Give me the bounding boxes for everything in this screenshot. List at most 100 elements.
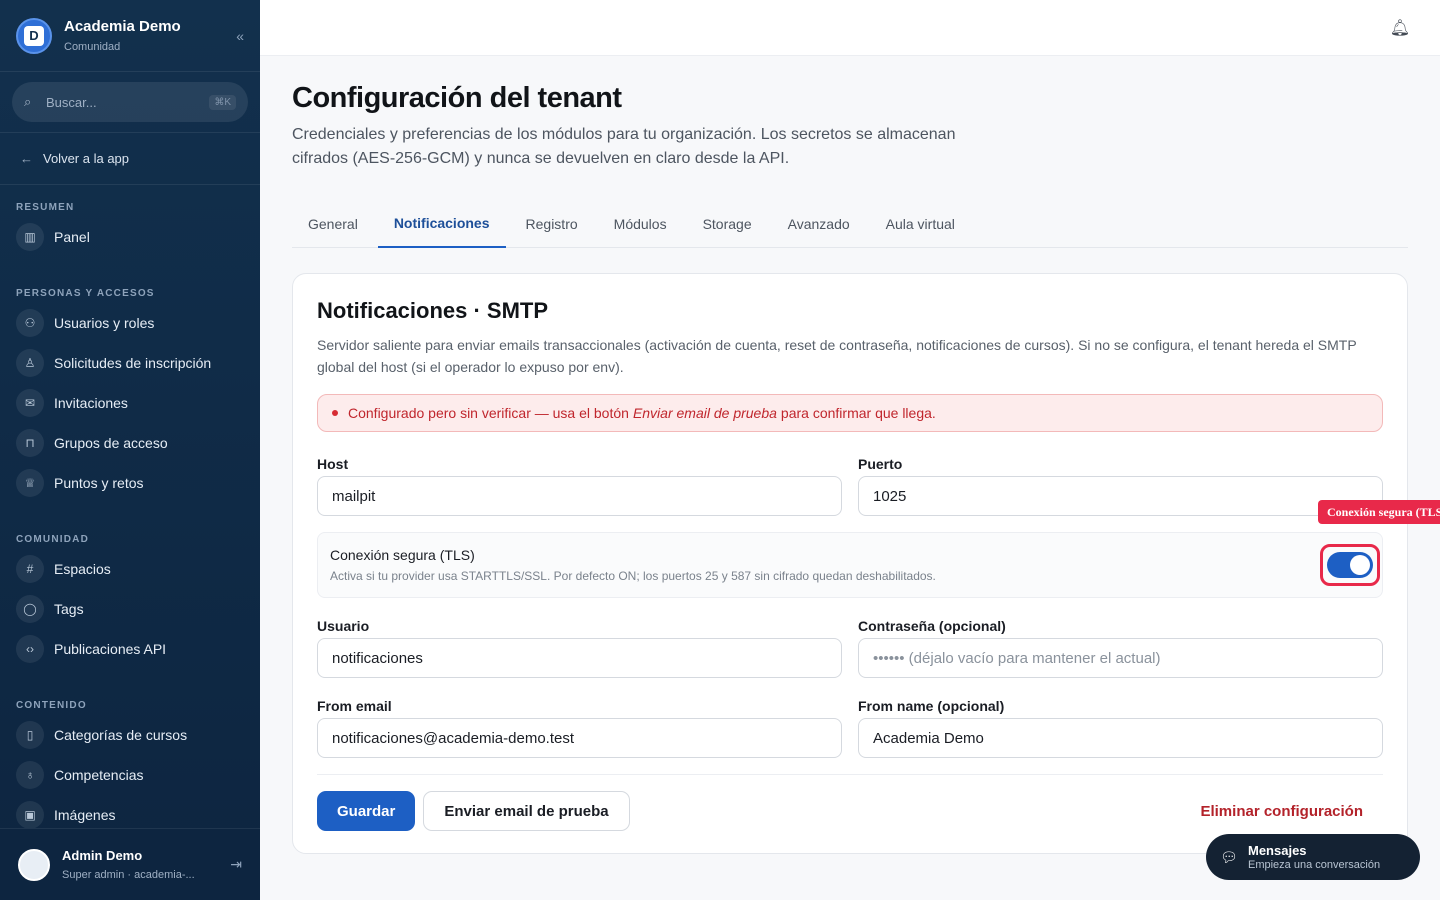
messages-widget[interactable]: 💬︎ Mensajes Empieza una conversación xyxy=(1206,834,1420,880)
chart-icon: ▥ xyxy=(16,223,44,251)
sidebar-item-usuarios[interactable]: ⚇ Usuarios y roles xyxy=(0,303,260,343)
sidebar-item-categorias[interactable]: ▯ Categorías de cursos xyxy=(0,715,260,755)
main-content: Configuración del tenant Credenciales y … xyxy=(292,56,1408,854)
brand-subtitle: Comunidad xyxy=(64,41,121,53)
logout-icon[interactable]: ⇥ xyxy=(230,856,242,873)
user-role: Super admin · academia-... xyxy=(62,869,195,881)
collapse-sidebar-icon[interactable]: « xyxy=(236,28,244,44)
save-button[interactable]: Guardar xyxy=(317,791,416,831)
port-label: Puerto xyxy=(858,456,903,472)
tab-registro[interactable]: Registro xyxy=(510,199,594,248)
tls-description: Activa si tu provider usa STARTTLS/SSL. … xyxy=(330,569,936,583)
book-icon: ▯ xyxy=(16,721,44,749)
alert-text-after: para confirmar que llega. xyxy=(780,405,936,421)
chat-icon: ◯ xyxy=(16,595,44,623)
tab-general[interactable]: General xyxy=(292,199,374,248)
section-label-comunidad: COMUNIDAD xyxy=(16,533,90,545)
sidebar-item-label: Puntos y retos xyxy=(54,475,144,491)
sidebar-item-label: Tags xyxy=(54,601,84,617)
from-name-input[interactable]: Academia Demo xyxy=(858,718,1383,758)
messages-icon: 💬︎ xyxy=(1220,848,1238,865)
sidebar-item-solicitudes[interactable]: ♙ Solicitudes de inscripción xyxy=(0,343,260,383)
hash-icon: # xyxy=(16,555,44,583)
delete-config-button[interactable]: Eliminar configuración xyxy=(1200,803,1363,820)
brand-title: Academia Demo xyxy=(64,18,181,35)
sidebar-item-label: Panel xyxy=(54,229,90,245)
alert-text-emphasis: Enviar email de prueba xyxy=(632,405,777,421)
search-icon: ⌕ xyxy=(24,94,32,109)
page-description: Credenciales y preferencias de los módul… xyxy=(292,126,956,167)
sidebar-item-espacios[interactable]: # Espacios xyxy=(0,549,260,589)
page-title: Configuración del tenant xyxy=(292,82,622,114)
trophy-icon: ♕ xyxy=(16,469,44,497)
search-shortcut: ⌘K xyxy=(209,94,236,110)
sidebar-item-label: Espacios xyxy=(54,561,111,577)
brand-logo-letter: D xyxy=(24,25,44,46)
tab-storage[interactable]: Storage xyxy=(687,199,768,248)
from-name-label: From name (opcional) xyxy=(858,698,1005,714)
sidebar: D Academia Demo Comunidad « ⌕ Buscar... … xyxy=(0,0,260,900)
arrow-left-icon: ← xyxy=(20,151,33,166)
alert-text-before: Configurado pero sin verificar — usa el … xyxy=(348,405,629,421)
topbar: 🔔︎ xyxy=(260,0,1440,56)
messages-title: Mensajes xyxy=(1248,843,1307,858)
sidebar-item-label: Solicitudes de inscripción xyxy=(54,355,212,371)
toggle-knob xyxy=(1350,555,1370,575)
sidebar-item-grupos[interactable]: ⊓ Grupos de acceso xyxy=(0,423,260,463)
section-label-resumen: RESUMEN xyxy=(16,201,75,213)
password-input[interactable]: •••••• (déjalo vacío para mantener el ac… xyxy=(858,638,1383,678)
from-email-label: From email xyxy=(317,698,392,714)
image-icon: ▣ xyxy=(16,801,44,829)
tab-avanzado[interactable]: Avanzado xyxy=(772,199,866,248)
sidebar-item-label: Categorías de cursos xyxy=(54,727,188,743)
bell-icon[interactable]: 🔔︎ xyxy=(1390,18,1410,38)
code-icon: ‹› xyxy=(16,635,44,663)
card-title: Notificaciones · SMTP xyxy=(317,298,549,323)
host-input[interactable]: mailpit xyxy=(317,476,842,516)
from-email-input[interactable]: notificaciones@academia-demo.test xyxy=(317,718,842,758)
sidebar-item-label: Publicaciones API xyxy=(54,641,167,657)
badge-icon: ♁ xyxy=(16,761,44,789)
password-label: Contraseña (opcional) xyxy=(858,618,1006,634)
messages-subtitle: Empieza una conversación xyxy=(1248,859,1381,871)
username-label: Usuario xyxy=(317,618,370,634)
divider xyxy=(317,774,1383,775)
port-input[interactable]: 1025 xyxy=(858,476,1383,516)
sidebar-item-label: Imágenes xyxy=(54,807,116,823)
tls-setting: Conexión segura (TLS) Activa si tu provi… xyxy=(317,532,1383,598)
users-icon: ⚇ xyxy=(16,309,44,337)
back-to-app-label: Volver a la app xyxy=(43,151,130,166)
tls-toggle[interactable] xyxy=(1327,552,1373,578)
card-description: Servidor saliente para enviar emails tra… xyxy=(317,337,1357,375)
verification-alert: Configurado pero sin verificar — usa el … xyxy=(317,394,1383,432)
tab-modulos[interactable]: Módulos xyxy=(598,199,683,248)
sidebar-item-invitaciones[interactable]: ✉ Invitaciones xyxy=(0,383,260,423)
sidebar-item-label: Grupos de acceso xyxy=(54,435,168,451)
sidebar-item-tags[interactable]: ◯ Tags xyxy=(0,589,260,629)
user-bar: Admin Demo Super admin · academia-... ⇥ xyxy=(0,828,260,900)
send-test-email-button[interactable]: Enviar email de prueba xyxy=(423,791,630,831)
user-icon: ♙ xyxy=(16,349,44,377)
sidebar-item-puntos[interactable]: ♕ Puntos y retos xyxy=(0,463,260,503)
lock-icon: ⊓ xyxy=(16,429,44,457)
tls-tooltip: Conexión segura (TLS) xyxy=(1318,500,1440,524)
search-placeholder: Buscar... xyxy=(46,94,97,110)
sidebar-item-label: Invitaciones xyxy=(54,395,128,411)
search-input[interactable]: ⌕ Buscar... ⌘K xyxy=(12,82,248,122)
user-name: Admin Demo xyxy=(62,848,143,863)
tab-aula-virtual[interactable]: Aula virtual xyxy=(870,199,971,248)
tls-title: Conexión segura (TLS) xyxy=(330,547,475,563)
section-label-contenido: CONTENIDO xyxy=(16,699,87,711)
sidebar-item-competencias[interactable]: ♁ Competencias xyxy=(0,755,260,795)
sidebar-item-panel[interactable]: ▥ Panel xyxy=(0,217,260,257)
avatar[interactable] xyxy=(18,848,50,881)
smtp-card: Notificaciones · SMTP Servidor saliente … xyxy=(292,273,1408,854)
tls-toggle-highlight xyxy=(1320,544,1380,586)
brand[interactable]: D Academia Demo Comunidad « xyxy=(0,0,260,72)
back-to-app-link[interactable]: ← Volver a la app xyxy=(0,133,260,185)
username-input[interactable]: notificaciones xyxy=(317,638,842,678)
tab-notificaciones[interactable]: Notificaciones xyxy=(377,199,506,248)
alert-dot-icon xyxy=(332,410,338,416)
sidebar-item-publicaciones[interactable]: ‹› Publicaciones API xyxy=(0,629,260,669)
tabs: General Notificaciones Registro Módulos … xyxy=(292,199,1408,248)
